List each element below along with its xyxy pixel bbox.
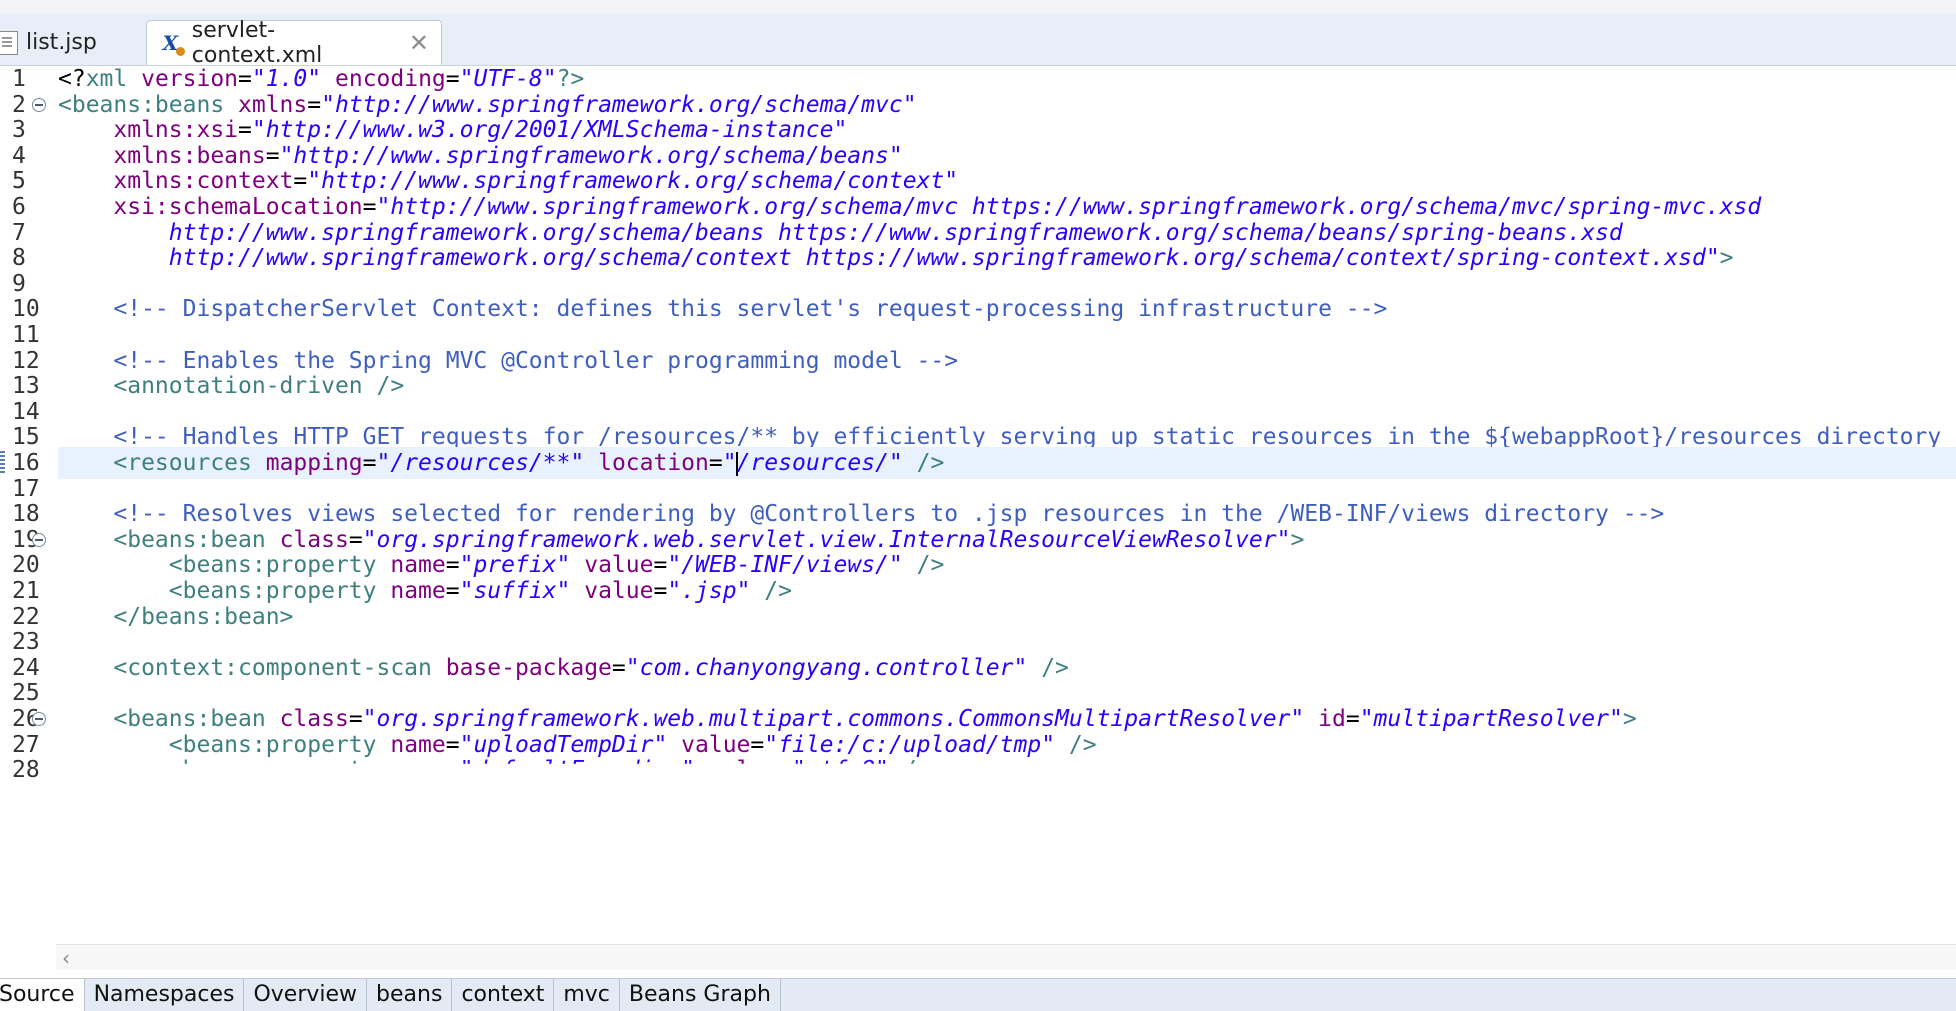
editor-tab-bar: list.jsp X servlet-context.xml ✕ [0, 14, 1956, 68]
current-line-marker [0, 451, 5, 475]
line-number: 28 [12, 757, 40, 784]
tab-label: servlet-context.xml [191, 18, 323, 68]
tab-list-jsp[interactable]: list.jsp [0, 20, 126, 65]
horizontal-scrollbar[interactable]: ‹ [56, 944, 1956, 970]
tab-overview[interactable]: Overview [244, 979, 368, 1011]
window-top-strip [0, 0, 1956, 15]
tab-source[interactable]: Source [0, 979, 85, 1011]
tab-context[interactable]: context [452, 979, 555, 1011]
jsp-file-icon [0, 30, 18, 55]
fold-toggle-icon[interactable] [32, 532, 46, 547]
tab-beans-graph[interactable]: Beans Graph [620, 979, 781, 1011]
code-token: <beans:property [168, 757, 391, 784]
code-token: = [445, 757, 460, 784]
code-token: name [390, 757, 446, 784]
code-line[interactable]: 28 <beans:property name="defaultEncoding… [0, 754, 1956, 786]
tab-servlet-context-xml[interactable]: X servlet-context.xml ✕ [146, 18, 442, 68]
xml-source-editor[interactable]: 1 <?xml version="1.0" encoding="UTF-8"?> 2… [0, 66, 1956, 946]
code-token: = [778, 757, 792, 784]
code-token: value [708, 757, 779, 784]
code-token: "defaultEncoding" [459, 757, 695, 784]
tab-label: list.jsp [26, 30, 97, 55]
xml-file-icon: X [159, 30, 185, 56]
tab-mvc[interactable]: mvc [554, 979, 620, 1011]
scroll-left-icon[interactable]: ‹ [62, 946, 70, 970]
tab-beans[interactable]: beans [367, 979, 453, 1011]
code-token: /> [888, 757, 931, 784]
fold-toggle-icon[interactable] [32, 712, 46, 726]
line-code[interactable]: <beans:property name="defaultEncoding" v… [58, 754, 1956, 784]
fold-toggle-icon[interactable] [32, 97, 46, 112]
close-tab-icon[interactable]: ✕ [409, 29, 429, 57]
editor-page-tabs: Source Namespaces Overview beans context… [0, 978, 1956, 1011]
tab-namespaces[interactable]: Namespaces [85, 979, 245, 1011]
code-token: "utf-8" [791, 757, 889, 784]
